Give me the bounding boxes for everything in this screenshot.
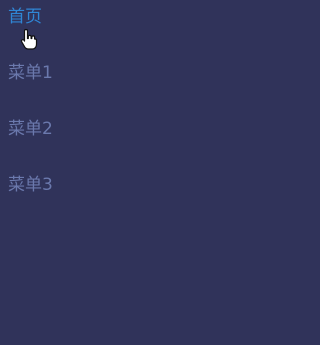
menu-item-2[interactable]: 菜单2 bbox=[8, 118, 208, 174]
side-menu: 首页 菜单1 菜单2 菜单3 bbox=[8, 6, 208, 230]
menu-item-1[interactable]: 菜单1 bbox=[8, 62, 208, 118]
menu-item-3[interactable]: 菜单3 bbox=[8, 174, 208, 230]
menu-item-home[interactable]: 首页 bbox=[8, 6, 208, 62]
